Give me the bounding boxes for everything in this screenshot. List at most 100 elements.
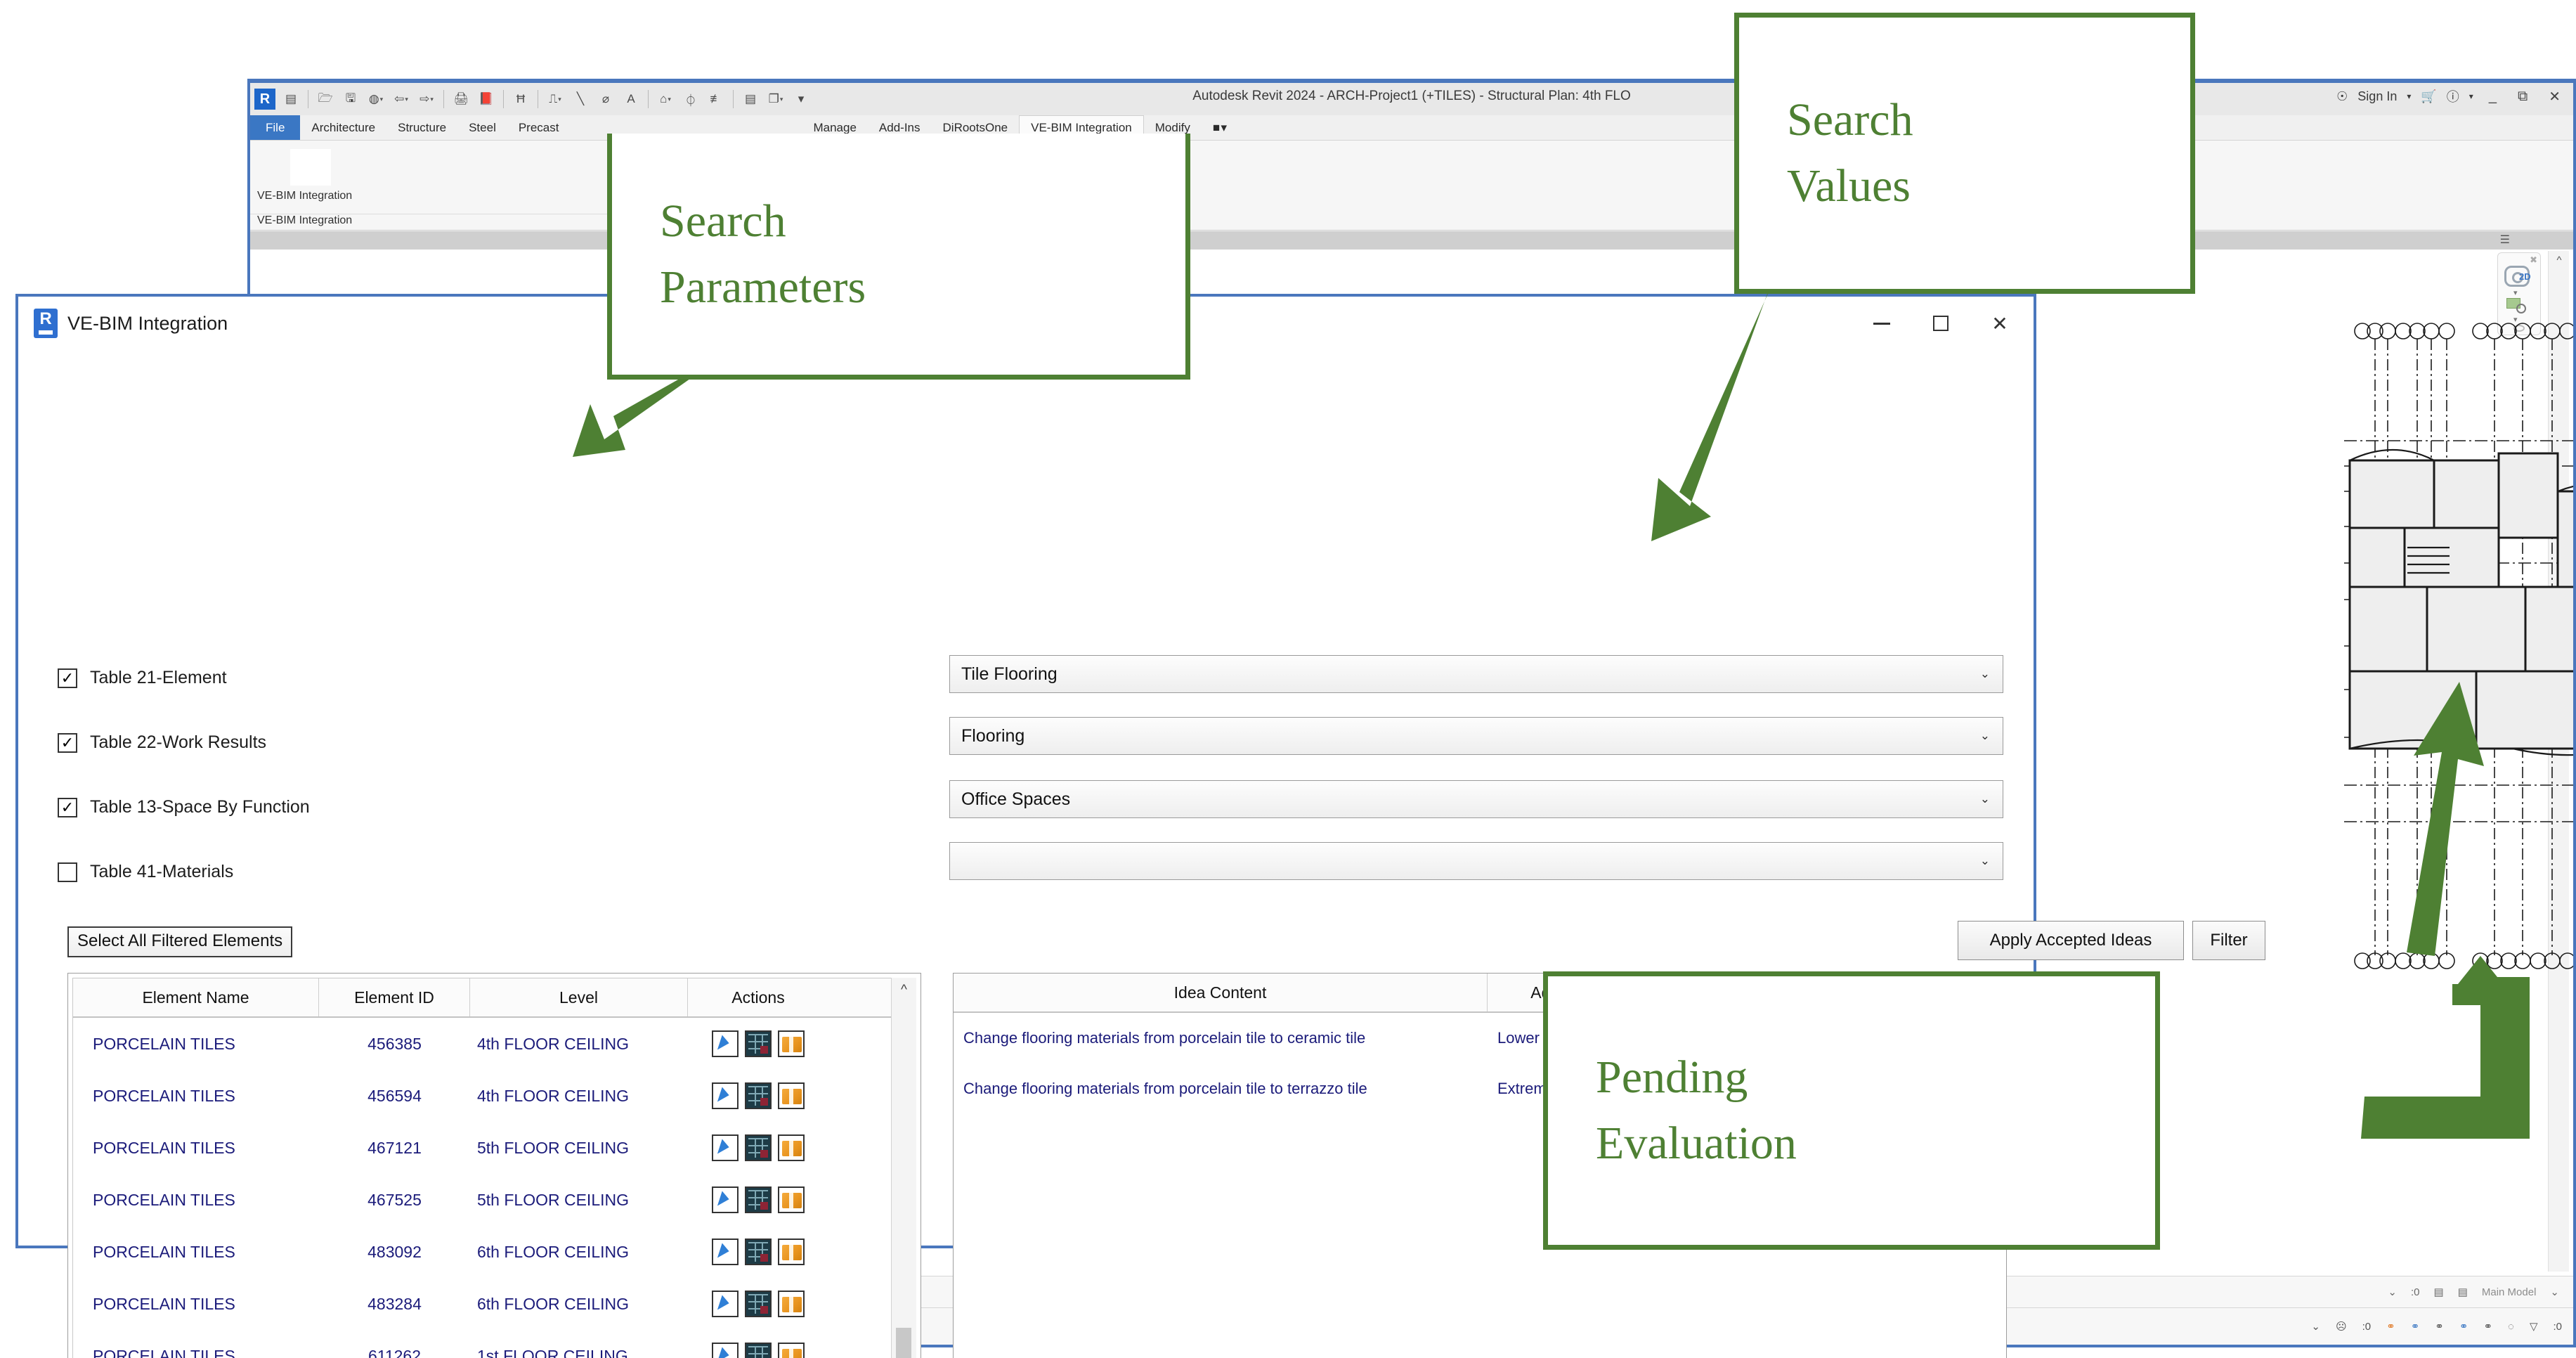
print-icon[interactable]: 🖨 [450, 89, 471, 110]
scroll-thumb[interactable] [896, 1328, 911, 1358]
select-element-icon[interactable] [712, 1082, 739, 1109]
selection-count-icon[interactable]: ☹ [2336, 1320, 2347, 1333]
column-header-idea-content[interactable]: Idea Content [954, 974, 1488, 1011]
table-row[interactable]: PORCELAIN TILES 467121 5th FLOOR CEILING [73, 1122, 916, 1174]
column-header-level[interactable]: Level [470, 978, 688, 1016]
chevron-down-icon[interactable]: ⌄ [1980, 667, 1990, 681]
text-icon[interactable]: A [620, 89, 642, 110]
package-icon[interactable] [778, 1030, 805, 1057]
home-view-icon[interactable]: ⌂ ▾ [655, 89, 676, 110]
select-links-icon[interactable]: ⚭ [2386, 1320, 2395, 1333]
main-model-label[interactable]: Main Model [2482, 1286, 2537, 1298]
ribbon-tab-structure[interactable]: Structure [386, 115, 457, 140]
switch-windows-icon[interactable]: ❐ ▾ [765, 89, 786, 110]
checkbox-checked-icon[interactable]: ✓ [58, 668, 77, 688]
filter-caret-icon[interactable]: ⌄ [2311, 1320, 2320, 1333]
combo-work-result[interactable]: Flooring ⌄ [949, 717, 2003, 755]
shopping-cart-icon[interactable]: 🛒 [2421, 89, 2436, 104]
open-icon[interactable]: 🗁 [315, 89, 336, 110]
select-underlay-icon[interactable]: ⚭ [2411, 1320, 2420, 1333]
combo-element-type[interactable]: Tile Flooring ⌄ [949, 655, 2003, 693]
navbar-caret-icon[interactable]: ▾ [2513, 288, 2518, 297]
section-box-icon[interactable]: ⏀ [680, 89, 701, 110]
revit-close-button[interactable]: ✕ [2543, 88, 2566, 105]
navbar-close-icon[interactable]: ✖ [2530, 254, 2537, 266]
elements-table-scrollbar[interactable]: ^ ˅ [891, 978, 916, 1358]
line-icon[interactable]: ╲ [570, 89, 591, 110]
exclusions-caret-icon[interactable]: ⌄ [2388, 1286, 2397, 1298]
schedule-icon[interactable] [745, 1291, 772, 1317]
revit-minimize-button[interactable]: _ [2483, 89, 2502, 105]
sign-in-label[interactable]: Sign In [2357, 89, 2397, 104]
schedule-icon[interactable] [745, 1030, 772, 1057]
schedule-icon[interactable] [745, 1239, 772, 1265]
checkbox-table-41-materials[interactable]: Table 41-Materials [58, 862, 233, 882]
package-icon[interactable] [778, 1239, 805, 1265]
warnings-count[interactable]: :0 [2411, 1286, 2420, 1298]
table-row[interactable]: PORCELAIN TILES 467525 5th FLOOR CEILING [73, 1174, 916, 1226]
dialog-minimize-button[interactable] [1852, 300, 1911, 347]
apply-accepted-ideas-button[interactable]: Apply Accepted Ideas [1958, 921, 2184, 960]
help-caret-icon[interactable]: ▾ [2469, 91, 2473, 101]
select-by-face-icon[interactable]: ⚭ [2459, 1320, 2468, 1333]
zoom-lens-icon[interactable] [2516, 304, 2526, 313]
filter-funnel-icon[interactable]: ▽ [2530, 1320, 2538, 1333]
schedule-icon[interactable] [745, 1082, 772, 1109]
help-icon[interactable]: ⓘ [2447, 87, 2459, 105]
table-row[interactable]: PORCELAIN TILES 483284 6th FLOOR CEILING [73, 1278, 916, 1330]
select-element-icon[interactable] [712, 1343, 739, 1358]
measure-icon[interactable]: ⎍ ▾ [545, 89, 566, 110]
align-dimension-icon[interactable]: Ħ [510, 89, 531, 110]
ribbon-tab-precast[interactable]: Precast [507, 115, 571, 140]
scroll-up-icon[interactable]: ^ [892, 978, 916, 1003]
select-element-icon[interactable] [712, 1030, 739, 1057]
sign-in-caret-icon[interactable]: ▾ [2407, 91, 2411, 101]
combo-materials[interactable]: ⌄ [949, 842, 2003, 880]
checkbox-unchecked-icon[interactable] [58, 862, 77, 882]
redo-icon[interactable]: ⇨ ▾ [416, 89, 437, 110]
ribbon-panel-toggle-icon[interactable]: ■ ▾ [1202, 115, 1238, 140]
checkbox-table-21-element[interactable]: ✓ Table 21-Element [58, 668, 227, 688]
scroll-up-icon[interactable]: ^ [2549, 251, 2570, 269]
chevron-down-icon[interactable]: ⌄ [1980, 854, 1990, 868]
combo-space-function[interactable]: Office Spaces ⌄ [949, 780, 2003, 818]
chevron-down-icon[interactable]: ⌄ [1980, 792, 1990, 806]
ribbon-tab-steel[interactable]: Steel [457, 115, 507, 140]
select-element-icon[interactable] [712, 1134, 739, 1161]
undo-icon[interactable]: ⇦ ▾ [391, 89, 412, 110]
revit-restore-button[interactable]: ⧉ [2512, 89, 2533, 105]
main-model-caret-icon[interactable]: ⌄ [2550, 1286, 2559, 1298]
checkbox-checked-icon[interactable]: ✓ [58, 732, 77, 753]
new-sheet-icon[interactable]: 📕 [476, 89, 497, 110]
checkbox-table-13-space-by-function[interactable]: ✓ Table 13-Space By Function [58, 797, 310, 817]
package-icon[interactable] [778, 1291, 805, 1317]
select-pinned-icon[interactable]: ⚭ [2435, 1320, 2444, 1333]
package-icon[interactable] [778, 1134, 805, 1161]
package-icon[interactable] [778, 1343, 805, 1358]
ve-bim-integration-icon[interactable] [290, 149, 331, 186]
select-element-icon[interactable] [712, 1291, 739, 1317]
package-icon[interactable] [778, 1186, 805, 1213]
column-header-actions[interactable]: Actions [688, 978, 828, 1016]
tag-icon[interactable]: ⌀ [595, 89, 616, 110]
table-row[interactable]: PORCELAIN TILES 456594 4th FLOOR CEILING [73, 1070, 916, 1122]
select-element-icon[interactable] [712, 1186, 739, 1213]
ve-bim-button-label[interactable]: VE-BIM Integration [257, 190, 352, 202]
schedule-icon[interactable] [745, 1134, 772, 1161]
save-icon[interactable]: 🖫 [340, 89, 361, 110]
package-icon[interactable] [778, 1082, 805, 1109]
filter-button[interactable]: Filter [2192, 921, 2265, 960]
select-element-icon[interactable] [712, 1239, 739, 1265]
schedule-icon[interactable] [745, 1186, 772, 1213]
thin-lines-icon[interactable]: ≢ [705, 89, 727, 110]
table-row[interactable]: PORCELAIN TILES 483092 6th FLOOR CEILING [73, 1226, 916, 1278]
table-row[interactable]: PORCELAIN TILES 456385 4th FLOOR CEILING [73, 1018, 916, 1070]
ribbon-tab-file[interactable]: File [250, 115, 301, 140]
column-header-element-id[interactable]: Element ID [319, 978, 470, 1016]
table-row[interactable]: PORCELAIN TILES 611262 1st FLOOR CEILING [73, 1330, 916, 1358]
collapse-ribbon-icon[interactable]: ☰ [2500, 233, 2510, 247]
sign-in-icon[interactable]: ☉ [2336, 89, 2348, 104]
close-hidden-windows-icon[interactable]: ▤ [740, 89, 761, 110]
checkbox-checked-icon[interactable]: ✓ [58, 797, 77, 817]
design-options-icon[interactable]: ▤ [2458, 1286, 2468, 1298]
